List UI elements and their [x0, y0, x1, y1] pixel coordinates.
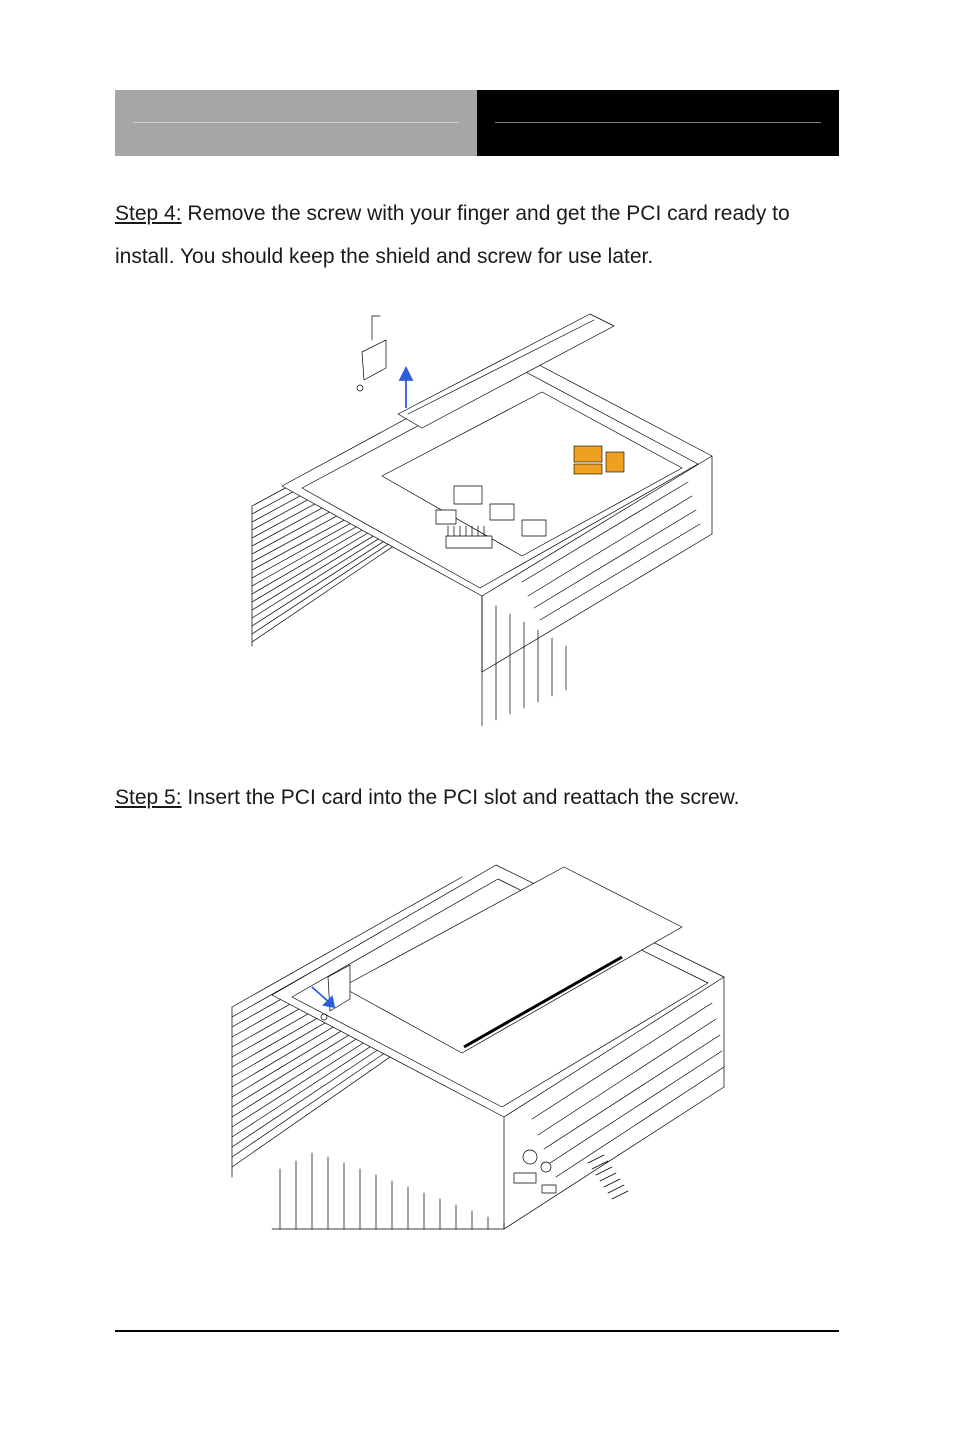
- figure-2-wrap: [115, 837, 839, 1237]
- figure-1-wrap: [115, 296, 839, 726]
- page-header-bar: [115, 90, 839, 156]
- step-4-text-b: install. You should keep the shield and …: [115, 245, 653, 268]
- figure-2-chassis-insert-card: [212, 837, 742, 1237]
- figure-1-chassis-remove-bracket: [222, 296, 732, 726]
- step-4-text-a: Remove the screw with your finger and ge…: [182, 202, 790, 225]
- step-4-paragraph: Step 4: Remove the screw with your finge…: [115, 192, 839, 278]
- step-5-label: Step 5:: [115, 786, 182, 809]
- step-5-text: Insert the PCI card into the PCI slot an…: [182, 786, 740, 809]
- step-4-label: Step 4:: [115, 202, 182, 225]
- step-5-paragraph: Step 5: Insert the PCI card into the PCI…: [115, 776, 839, 819]
- footer-rule: [115, 1330, 839, 1332]
- header-right-block: [477, 90, 839, 156]
- header-left-block: [115, 90, 477, 156]
